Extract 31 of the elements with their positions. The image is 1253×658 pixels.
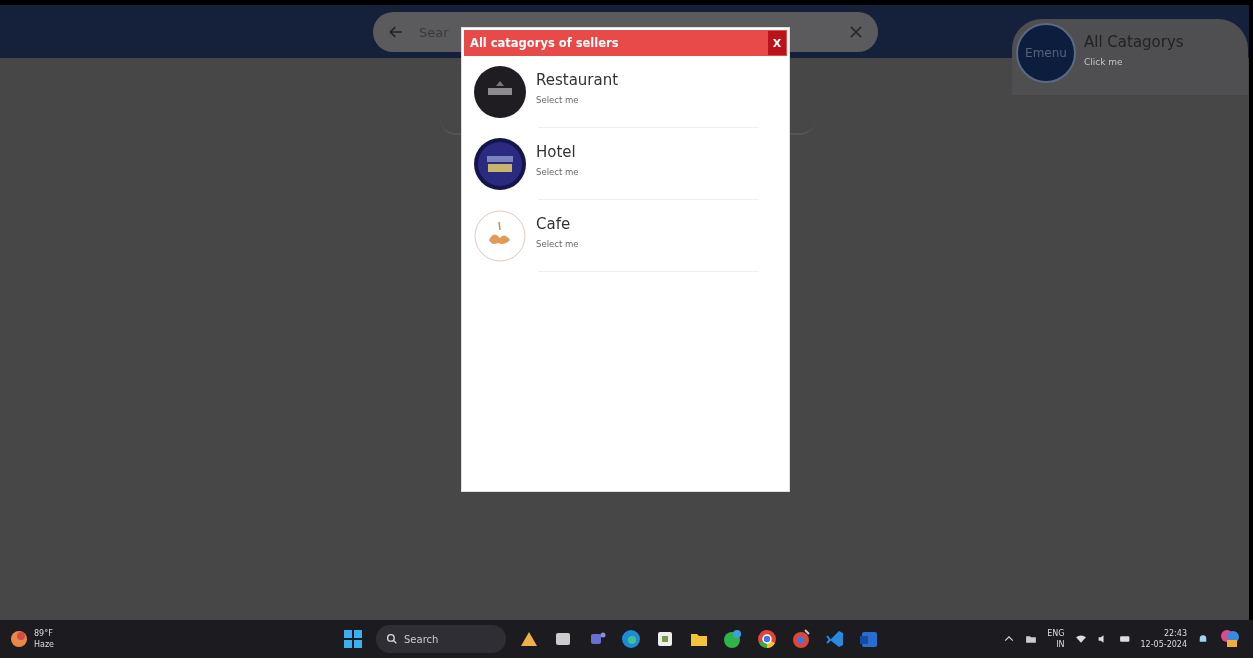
category-name: Cafe [536, 215, 572, 233]
browser-icon[interactable] [620, 628, 642, 650]
weather-icon[interactable] [8, 628, 30, 650]
category-item[interactable]: Hotel Select me [464, 128, 787, 200]
restaurant-logo-icon [474, 66, 526, 118]
clock-date[interactable]: 12-05-2024 [1140, 639, 1187, 650]
weather-temperature: 89°F [34, 628, 54, 639]
card-subtitle: Click me [1084, 57, 1124, 67]
wifi-icon[interactable] [1074, 633, 1087, 645]
category-hint: Select me [536, 167, 579, 177]
close-button[interactable]: X [768, 31, 786, 55]
logo: Emenu [1016, 23, 1076, 83]
clock-time[interactable]: 22:43 [1163, 628, 1187, 639]
language-region[interactable]: IN [1056, 639, 1065, 650]
taskbar-search[interactable]: Search [376, 625, 506, 653]
code-editor-icon[interactable] [824, 628, 846, 650]
dialog-title: All catagorys of sellers [470, 36, 619, 50]
category-hint: Select me [536, 95, 580, 105]
category-item[interactable]: Cafe Select me [464, 200, 787, 272]
category-name: Hotel [536, 143, 577, 161]
category-item[interactable]: Restaurant Select me [464, 56, 787, 128]
search-icon [386, 633, 398, 645]
category-hint: Select me [536, 239, 579, 249]
folder-icon[interactable] [1025, 633, 1038, 645]
search-label: Search [404, 633, 439, 645]
battery-icon[interactable] [1118, 633, 1131, 645]
start-icon[interactable] [342, 628, 364, 650]
category-name: Restaurant [536, 71, 619, 89]
weather-condition: Haze [34, 639, 55, 650]
cafe-logo-icon [474, 210, 526, 262]
language-code[interactable]: ENG [1047, 628, 1065, 639]
